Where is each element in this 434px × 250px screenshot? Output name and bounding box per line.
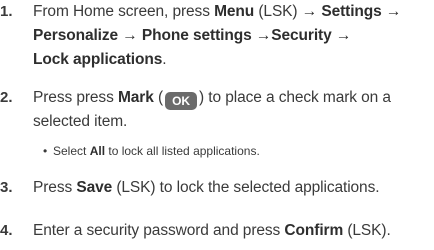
bullet-icon: • (43, 144, 48, 158)
instruction-page: 1. From Home screen, press Menu (LSK) → … (0, 0, 434, 250)
text-segment: Press (33, 179, 77, 196)
save-label: Save (76, 179, 113, 196)
confirm-label: Confirm (284, 222, 344, 239)
text-segment: Enter a security password and press (33, 222, 285, 239)
step-2-line-2: selected item. (33, 113, 128, 130)
text-segment: (LSK). (343, 222, 391, 239)
step-1-line-3: Lock applications. (33, 48, 431, 72)
step-number: 2. (0, 89, 13, 106)
text-segment: to lock all listed applications. (105, 144, 260, 158)
arrow-icon: → (335, 27, 352, 44)
text-segment: Select (53, 144, 90, 158)
settings-label: Settings (321, 3, 382, 20)
step-3-text: Press Save (LSK) to lock the selected ap… (33, 176, 431, 200)
step-1-text: From Home screen, press Menu (LSK) → Set… (33, 0, 431, 72)
arrow-icon: → (301, 3, 318, 20)
text-segment: (LSK) to lock the selected applications. (112, 179, 380, 196)
mark-label: Mark (117, 89, 154, 106)
step-1-line-2: Personalize → Phone settings →Security → (33, 24, 431, 48)
step-number: 1. (0, 3, 13, 20)
text-segment: Press press (33, 89, 118, 106)
text-segment: ( (153, 89, 164, 106)
arrow-icon: → (255, 27, 272, 44)
menu-label: Menu (214, 3, 255, 20)
arrow-icon: → (122, 27, 138, 44)
personalize-label: Personalize (33, 27, 119, 44)
arrow-icon: → (385, 3, 402, 20)
phone-settings-label: Phone settings (141, 27, 252, 44)
step-number: 3. (0, 179, 13, 196)
step-number: 4. (0, 222, 13, 239)
text-segment: . (162, 51, 167, 68)
step-1-line-1: From Home screen, press Menu (LSK) → Set… (33, 0, 431, 24)
text-segment: ) to place a check mark on a (199, 89, 391, 106)
text-segment: From Home screen, press (33, 3, 215, 20)
step-4-text: Enter a security password and press Conf… (33, 219, 431, 243)
text-segment: (LSK) (254, 3, 302, 20)
step-2-text: Press press Mark (OK) to place a check m… (33, 86, 431, 134)
all-label: All (89, 144, 106, 158)
step-2-line-1: Press press Mark (OK) to place a check m… (33, 86, 431, 110)
security-label: Security (271, 27, 332, 44)
lock-applications-label: Lock applications (33, 51, 163, 68)
step-2-bullet: • Select All to lock all listed applicati… (43, 141, 431, 161)
ok-key-icon: OK (165, 92, 198, 110)
